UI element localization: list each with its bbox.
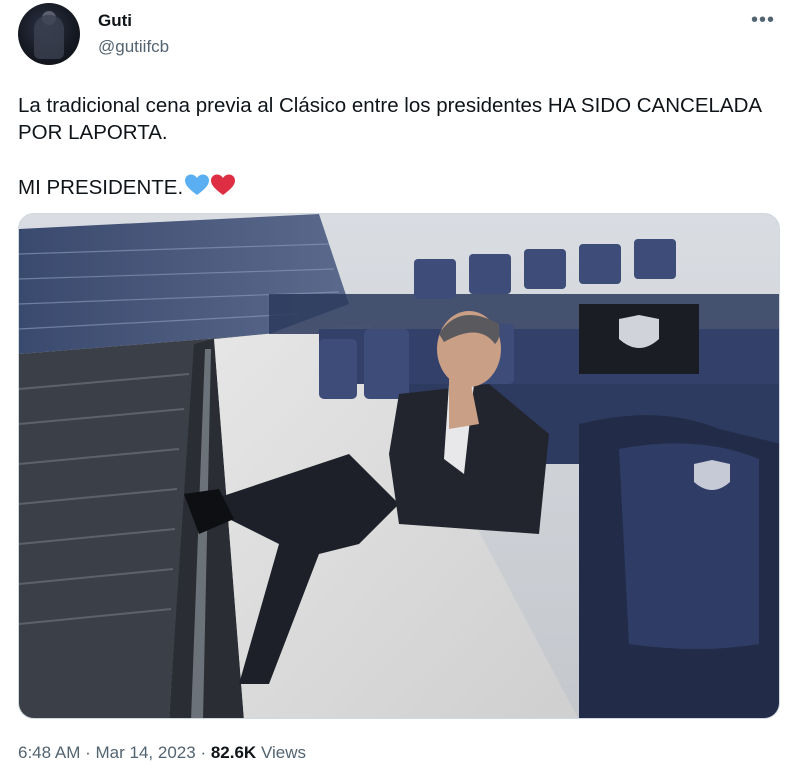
avatar-body-shape: [34, 15, 64, 59]
blue-heart-icon: [185, 174, 210, 195]
views-count[interactable]: 82.6K: [211, 743, 256, 762]
tweet-meta: 6:48 AM · Mar 14, 2023 · 82.6K Views: [18, 743, 306, 763]
seat-row-back: [269, 294, 779, 334]
more-options-icon[interactable]: •••: [751, 10, 775, 30]
tweet-line-2-text: MI PRESIDENTE.: [18, 176, 184, 199]
foreground-seat-back: [619, 443, 759, 649]
stadium-photo-illustration: [19, 214, 779, 718]
barca-crest-sign-icon: [619, 315, 659, 348]
meta-separator: ·: [200, 743, 207, 762]
tweet-photo[interactable]: [18, 213, 780, 719]
heart-emoji-svg: [185, 174, 236, 195]
hearts-emoji: [184, 173, 236, 204]
tweet-line-1: La tradicional cena previa al Clásico en…: [18, 94, 761, 144]
author-name[interactable]: Guti: [98, 11, 132, 31]
tweet-time[interactable]: 6:48 AM: [18, 743, 80, 762]
tweet-line-2: MI PRESIDENTE.: [18, 173, 778, 204]
views-label: Views: [260, 743, 306, 762]
tweet-text: La tradicional cena previa al Clásico en…: [18, 92, 778, 204]
tweet-date[interactable]: Mar 14, 2023: [96, 743, 196, 762]
author-handle[interactable]: @gutiifcb: [98, 37, 169, 57]
avatar[interactable]: [18, 3, 80, 65]
barca-crest-icon: [694, 460, 730, 490]
meta-separator: ·: [85, 743, 91, 762]
red-heart-icon: [211, 174, 236, 195]
